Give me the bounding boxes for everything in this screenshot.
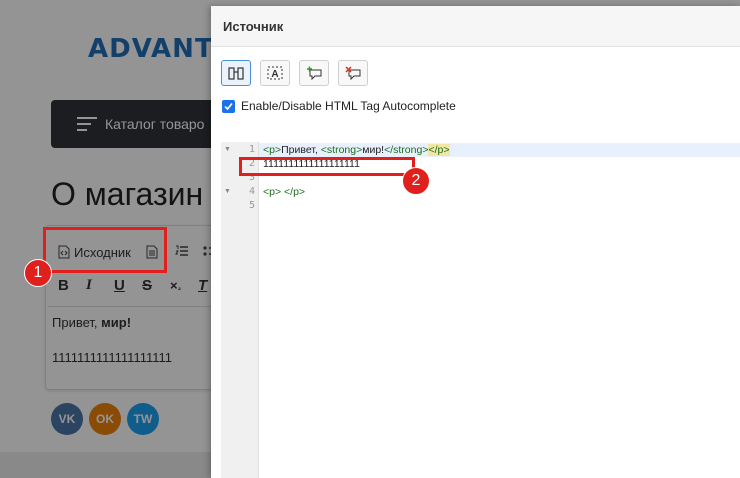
- annotation-badge-2: 2: [402, 167, 430, 195]
- line-number: 4: [248, 186, 255, 197]
- check-icon: [224, 102, 233, 110]
- comment-remove-icon: [345, 66, 361, 80]
- code-line-1[interactable]: <p>Привет, <strong>мир!</strong></p>: [263, 143, 450, 157]
- dialog-title: Источник: [223, 18, 284, 34]
- select-all-icon: A: [267, 66, 283, 80]
- svg-text:A: A: [271, 69, 278, 80]
- dialog-header: Источник: [211, 6, 740, 47]
- autocomplete-toggle[interactable]: Enable/Disable HTML Tag Autocomplete: [222, 99, 456, 113]
- dialog-toolbar: A: [221, 60, 377, 86]
- autocomplete-checkbox[interactable]: [222, 99, 235, 113]
- find-button[interactable]: [221, 60, 251, 86]
- comment-add-icon: [307, 66, 322, 80]
- annotation-box-code-line: [239, 157, 415, 176]
- line-number: 5: [248, 200, 255, 211]
- remove-comment-button[interactable]: [338, 60, 368, 86]
- line-number: 1: [248, 144, 255, 155]
- line-gutter: ▼ 1 2 3 ▼ 4 5: [221, 142, 259, 478]
- annotation-box-source: [43, 227, 167, 273]
- add-comment-button[interactable]: [299, 60, 329, 86]
- code-editor[interactable]: ▼ 1 2 3 ▼ 4 5 <p>Привет, <strong>мир!</s…: [221, 142, 740, 478]
- code-line-4[interactable]: <p> </p>: [263, 185, 305, 199]
- binoculars-icon: [228, 67, 244, 80]
- select-all-button[interactable]: A: [260, 60, 290, 86]
- source-dialog: Источник A Enable/Disable HTML Tag Autoc…: [211, 6, 740, 478]
- annotation-badge-1: 1: [24, 259, 52, 287]
- autocomplete-label: Enable/Disable HTML Tag Autocomplete: [241, 99, 456, 113]
